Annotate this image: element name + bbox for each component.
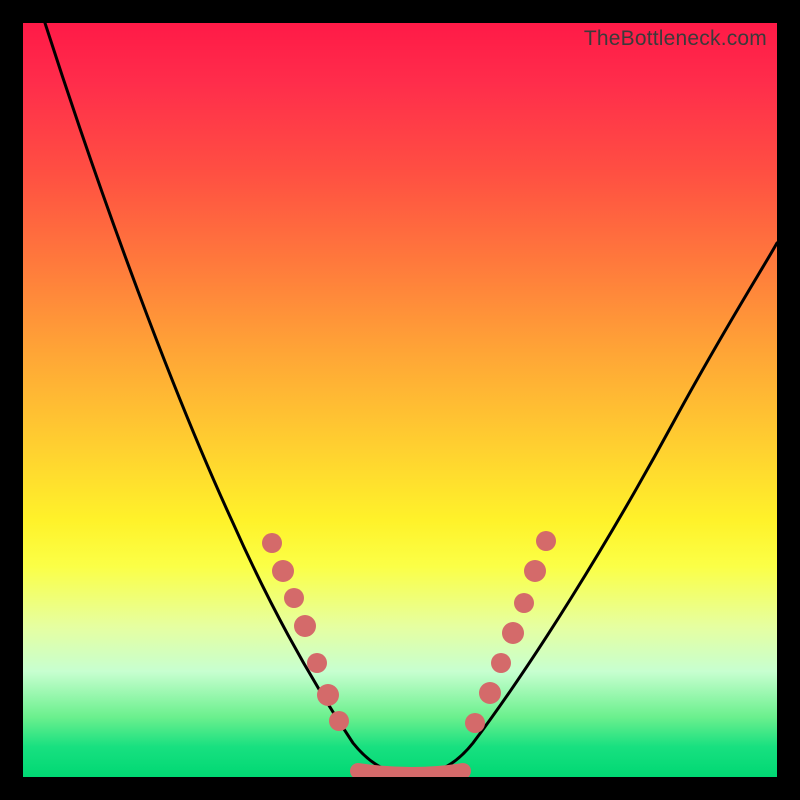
left-dot [272,560,294,582]
right-dot [536,531,556,551]
bottleneck-curve-svg [23,23,777,777]
right-dot [502,622,524,644]
chart-frame: TheBottleneck.com [0,0,800,800]
left-dot [294,615,316,637]
left-dot [284,588,304,608]
bottleneck-curve [45,23,777,775]
left-dot [329,711,349,731]
left-dot [307,653,327,673]
right-dot [479,682,501,704]
left-dot [262,533,282,553]
bottom-highlight-segment [358,771,463,775]
left-dot [317,684,339,706]
right-dot [514,593,534,613]
right-dot [491,653,511,673]
right-dot [524,560,546,582]
plot-area: TheBottleneck.com [23,23,777,777]
right-dot [465,713,485,733]
